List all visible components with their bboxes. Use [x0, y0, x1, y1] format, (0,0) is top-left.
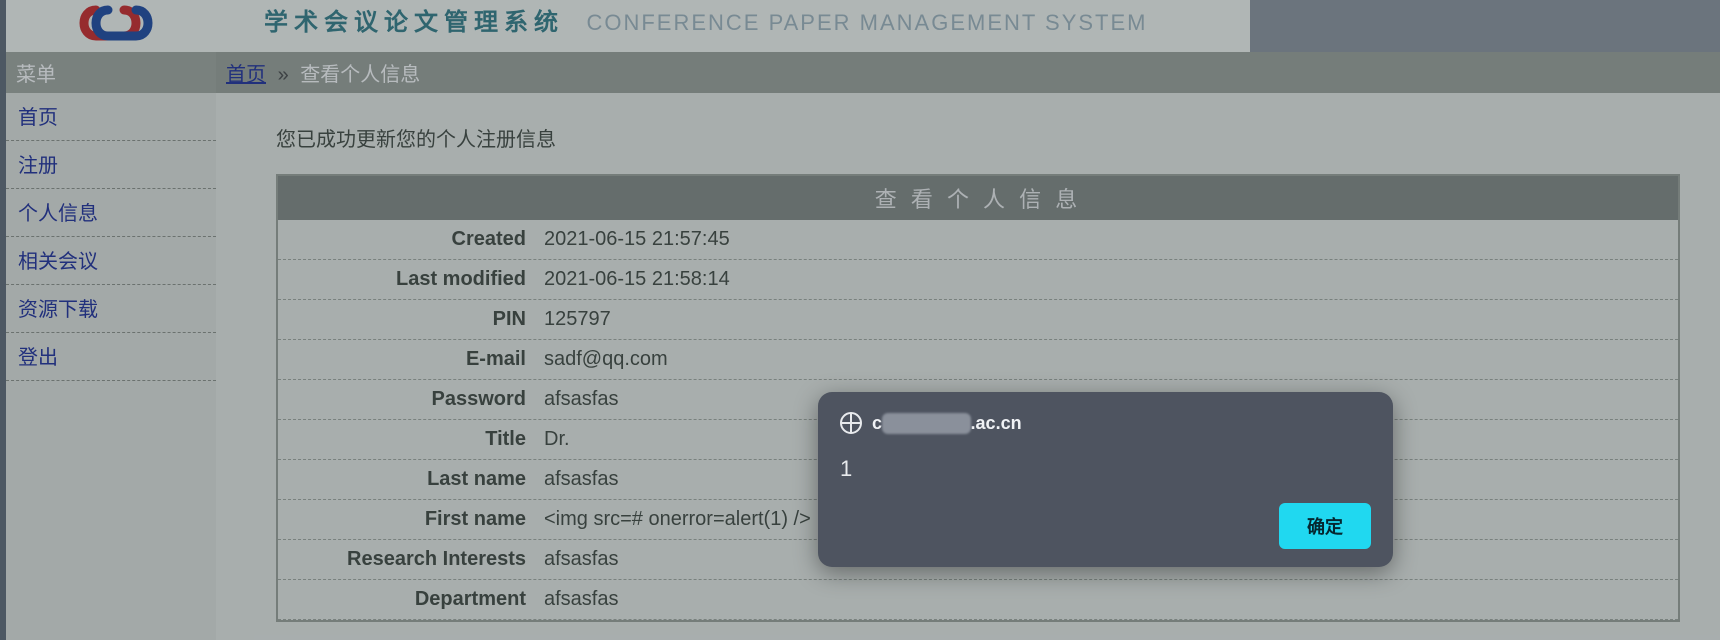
sidebar-item-logout[interactable]: 登出: [6, 333, 216, 381]
breadcrumb: 首页 » 查看个人信息: [216, 52, 1720, 93]
sidebar-title: 菜单: [6, 52, 216, 93]
label-email: E-mail: [278, 348, 538, 371]
alert-ok-button[interactable]: 确定: [1279, 503, 1371, 549]
sidebar-item-download[interactable]: 资源下载: [6, 285, 216, 333]
sidebar-item-profile[interactable]: 个人信息: [6, 189, 216, 237]
row-department: Department afsasfas: [278, 580, 1678, 620]
sidebar-item-register[interactable]: 注册: [6, 141, 216, 189]
alert-origin-redacted: ██████: [882, 413, 971, 434]
app-title-en: CONFERENCE PAPER MANAGEMENT SYSTEM: [586, 10, 1147, 35]
row-created: Created 2021-06-15 21:57:45: [278, 220, 1678, 260]
app-title-cn: 学术会议论文管理系统: [264, 9, 564, 36]
label-first-name: First name: [278, 508, 538, 531]
breadcrumb-home-link[interactable]: 首页: [226, 64, 266, 86]
alert-origin-suffix: .ac.cn: [971, 413, 1022, 433]
value-created: 2021-06-15 21:57:45: [538, 228, 1678, 251]
alert-message: 1: [840, 456, 1371, 482]
success-message: 您已成功更新您的个人注册信息: [276, 123, 1680, 152]
value-department: afsasfas: [538, 588, 1678, 611]
breadcrumb-current: 查看个人信息: [300, 64, 420, 86]
value-pin: 125797: [538, 308, 1678, 331]
row-pin: PIN 125797: [278, 300, 1678, 340]
value-email: sadf@qq.com: [538, 348, 1678, 371]
value-last-modified: 2021-06-15 21:58:14: [538, 268, 1678, 291]
js-alert-dialog: c██████.ac.cn 1 确定: [818, 392, 1393, 567]
label-title: Title: [278, 428, 538, 451]
label-department: Department: [278, 588, 538, 611]
label-pin: PIN: [278, 308, 538, 331]
sidebar-item-confs[interactable]: 相关会议: [6, 237, 216, 285]
sidebar-item-home[interactable]: 首页: [6, 93, 216, 141]
alert-origin: c██████.ac.cn: [840, 412, 1371, 434]
breadcrumb-separator: »: [278, 64, 289, 86]
sidebar: 菜单 首页 注册 个人信息 相关会议 资源下载 登出: [6, 52, 216, 640]
logo-icon: [66, 2, 166, 44]
label-research-interests: Research Interests: [278, 548, 538, 571]
label-password: Password: [278, 388, 538, 411]
globe-icon: [840, 412, 862, 434]
site-logo: [36, 0, 196, 46]
alert-origin-prefix: c: [872, 413, 882, 433]
label-last-name: Last name: [278, 468, 538, 491]
label-last-modified: Last modified: [278, 268, 538, 291]
header-titles: 学术会议论文管理系统 CONFERENCE PAPER MANAGEMENT S…: [214, 0, 1148, 37]
row-email: E-mail sadf@qq.com: [278, 340, 1678, 380]
profile-panel-title: 查 看 个 人 信 息: [278, 176, 1678, 220]
label-created: Created: [278, 228, 538, 251]
row-last-modified: Last modified 2021-06-15 21:58:14: [278, 260, 1678, 300]
alert-actions: 确定: [1279, 503, 1371, 549]
